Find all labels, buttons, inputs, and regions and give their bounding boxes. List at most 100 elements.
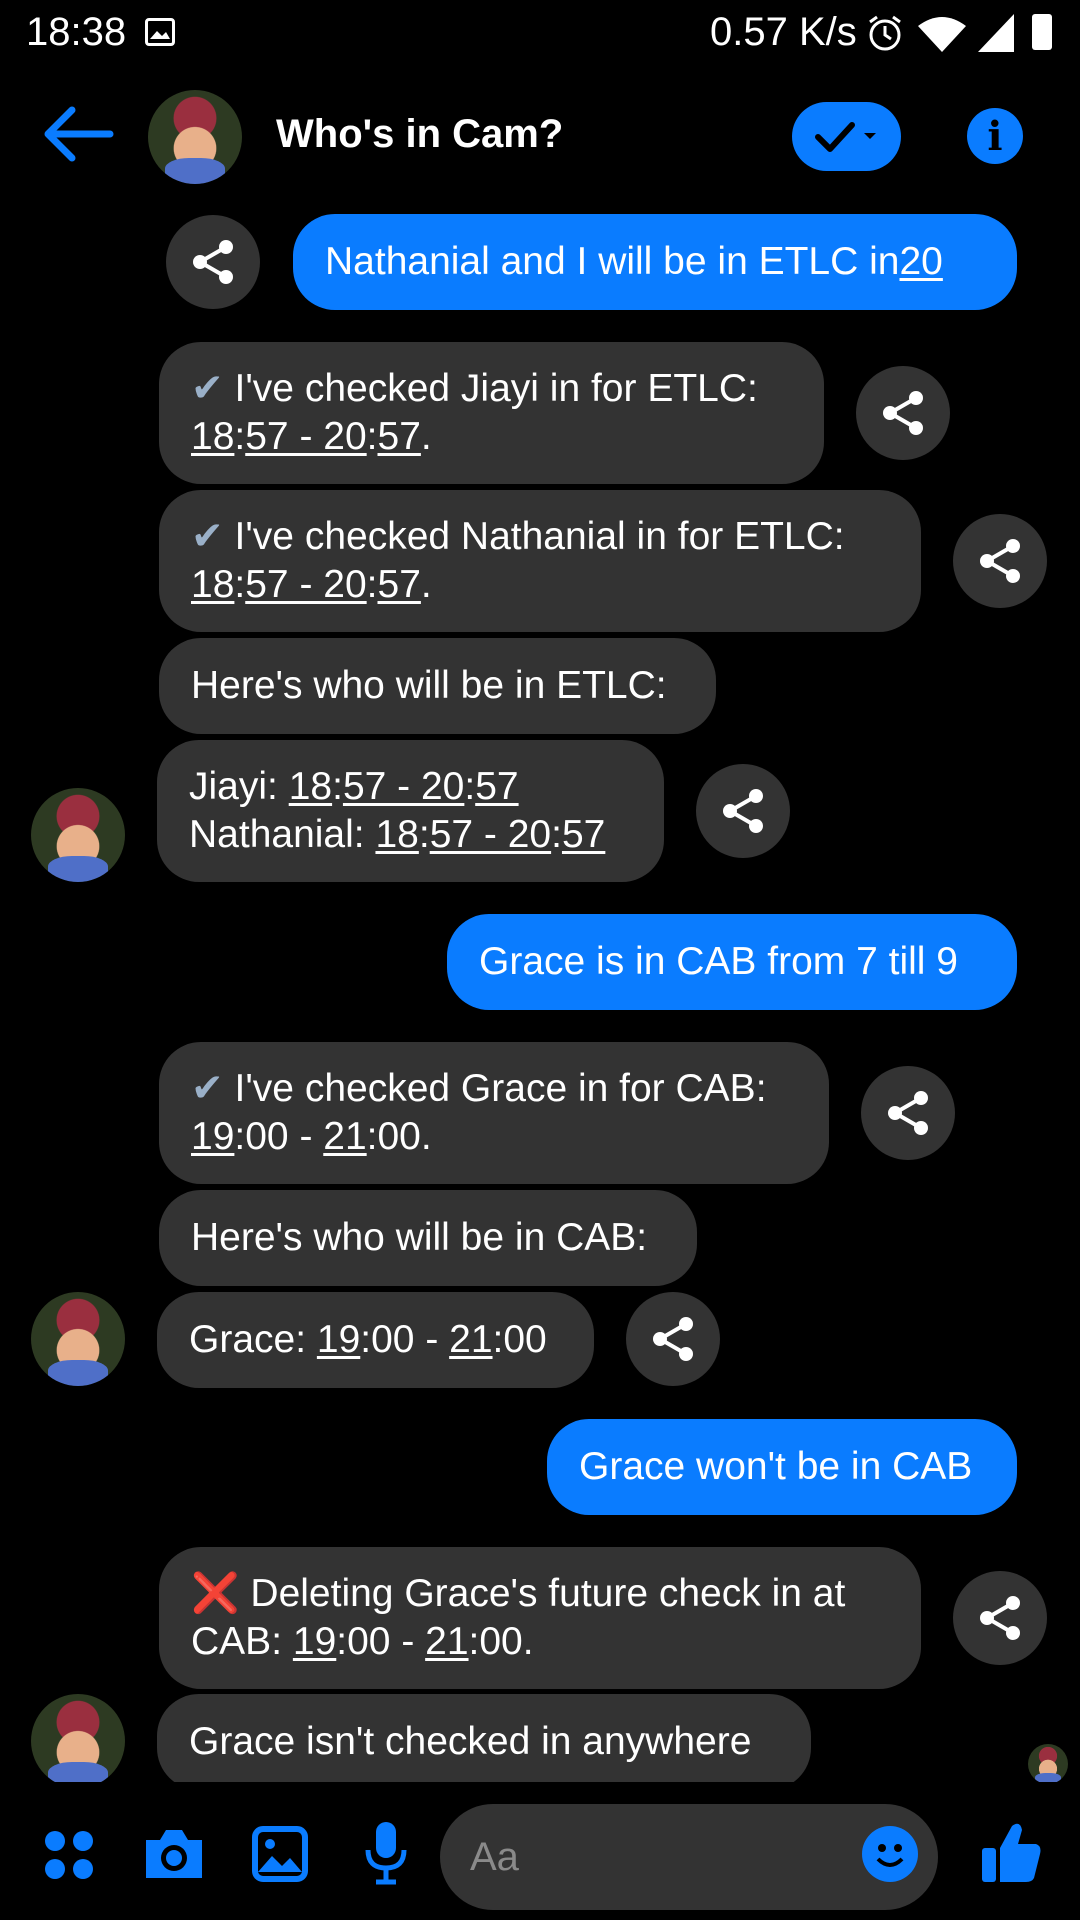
sender-avatar[interactable] [31, 788, 125, 882]
time-link[interactable]: 19 [317, 1318, 360, 1361]
share-button[interactable] [953, 514, 1047, 608]
check-menu-button[interactable] [792, 102, 901, 171]
incoming-message[interactable]: ✔ I've checked Jiayi in for ETLC: 18:57 … [159, 342, 824, 484]
time-link[interactable]: 21 [323, 1115, 366, 1158]
wifi-icon [918, 17, 966, 52]
group-avatar[interactable] [148, 90, 242, 184]
sender-avatar[interactable] [31, 1292, 125, 1386]
time-link[interactable]: 21 [449, 1318, 492, 1361]
time-link[interactable]: 19 [191, 1115, 234, 1158]
message-text: Here's who will be in ETLC: [191, 664, 667, 707]
message-text: : [464, 765, 476, 808]
time-link[interactable]: 57 - 20 [245, 415, 366, 458]
message-text: : [332, 765, 343, 808]
outgoing-message[interactable]: Grace won't be in CAB [547, 1419, 1017, 1515]
time-link[interactable]: 18 [289, 765, 332, 808]
cross-icon: ❌ [191, 1572, 240, 1615]
time-link[interactable]: 21 [425, 1620, 468, 1663]
checkmark-dropdown-icon [814, 121, 876, 152]
incoming-message[interactable]: ✔ I've checked Nathanial in for ETLC: 18… [159, 490, 921, 632]
message-text: : [551, 813, 562, 856]
message-text: Nathanial: [189, 813, 376, 856]
message-text: : [234, 563, 246, 606]
message-text: CAB: [191, 1620, 293, 1663]
message-text: :00. [468, 1620, 534, 1663]
share-icon [980, 1596, 1020, 1640]
share-button[interactable] [166, 215, 260, 309]
message-text: I've checked Nathanial in for ETLC: [223, 515, 845, 558]
share-button[interactable] [626, 1292, 720, 1386]
microphone-icon[interactable] [362, 1820, 410, 1886]
time-link[interactable]: 18 [375, 813, 418, 856]
message-text: :00 - [234, 1115, 324, 1158]
gallery-icon[interactable] [252, 1826, 308, 1882]
outgoing-message[interactable]: Nathanial and I will be in ETLC in 20 [293, 214, 1017, 310]
back-arrow-icon[interactable] [42, 104, 114, 164]
outgoing-message[interactable]: Grace is in CAB from 7 till 9 [447, 914, 1017, 1010]
message-text: Nathanial and I will be in ETLC in [325, 240, 900, 283]
message-link[interactable]: 20 [899, 238, 942, 286]
time-link[interactable]: 57 [562, 813, 605, 856]
info-icon: i [987, 112, 1003, 160]
incoming-message[interactable]: Grace isn't checked in anywhere [157, 1694, 811, 1782]
message-text: : [418, 813, 430, 856]
share-icon [723, 789, 763, 833]
seen-receipt-avatar [1028, 1744, 1068, 1782]
message-text: :00 [492, 1318, 547, 1361]
share-button[interactable] [696, 764, 790, 858]
status-time: 18:38 [26, 10, 127, 54]
camera-icon[interactable] [142, 1826, 206, 1882]
incoming-message[interactable]: Grace: 19:00 - 21:00 [157, 1292, 594, 1388]
info-button[interactable]: i [967, 108, 1023, 164]
time-link[interactable]: 57 [378, 415, 421, 458]
message-text: Here's who will be in CAB: [191, 1216, 648, 1259]
message-text: :00 - [360, 1318, 450, 1361]
message-text: Deleting Grace's future check in at [239, 1572, 846, 1615]
time-link[interactable]: 57 [475, 765, 518, 808]
message-text: : [366, 563, 378, 606]
share-icon [980, 539, 1020, 583]
message-text: I've checked Grace in for CAB: [223, 1067, 767, 1110]
incoming-message[interactable]: Here's who will be in ETLC: [159, 638, 716, 734]
share-button[interactable] [861, 1066, 955, 1160]
emoji-icon[interactable] [862, 1826, 918, 1882]
share-icon [888, 1091, 928, 1135]
incoming-message[interactable]: ❌ Deleting Grace's future check in at CA… [159, 1547, 921, 1689]
check-icon: ✔ [191, 1067, 224, 1110]
share-icon [883, 391, 923, 435]
alarm-icon [869, 15, 901, 51]
time-link[interactable]: 19 [293, 1620, 336, 1663]
message-text: Grace: [189, 1318, 317, 1361]
share-icon [653, 1317, 693, 1361]
time-link[interactable]: 57 - 20 [430, 813, 551, 856]
incoming-message[interactable]: Here's who will be in CAB: [159, 1190, 697, 1286]
battery-icon [1032, 14, 1052, 50]
message-text: Grace won't be in CAB [579, 1445, 973, 1488]
like-icon[interactable] [980, 1818, 1042, 1884]
network-speed: 0.57 K/s [710, 10, 857, 54]
time-link[interactable]: 57 [378, 563, 421, 606]
conversation-title[interactable]: Who's in Cam? [276, 112, 563, 157]
message-text: Jiayi: [189, 765, 289, 808]
message-text: . [420, 563, 432, 606]
time-link[interactable]: 18 [191, 415, 234, 458]
incoming-message[interactable]: ✔ I've checked Grace in for CAB: 19:00 -… [159, 1042, 829, 1184]
message-text: I've checked Jiayi in for ETLC: [223, 367, 758, 410]
check-icon: ✔ [191, 367, 224, 410]
time-link[interactable]: 57 - 20 [343, 765, 464, 808]
sender-avatar[interactable] [31, 1694, 125, 1782]
message-clip-region: Grace isn't checked in anywhere [0, 1694, 1080, 1782]
image-icon [145, 18, 175, 46]
message-text: : [366, 415, 378, 458]
share-button[interactable] [856, 366, 950, 460]
message-text: . [420, 415, 432, 458]
share-button[interactable] [953, 1571, 1047, 1665]
time-link[interactable]: 18 [191, 563, 234, 606]
time-link[interactable]: 57 - 20 [245, 563, 366, 606]
message-text: :00. [366, 1115, 432, 1158]
check-icon: ✔ [191, 515, 224, 558]
incoming-message[interactable]: Jiayi: 18:57 - 20:57 Nathanial: 18:57 - … [157, 740, 664, 882]
apps-icon[interactable] [44, 1830, 94, 1880]
signal-icon [978, 14, 1014, 52]
message-text: :00 - [336, 1620, 426, 1663]
